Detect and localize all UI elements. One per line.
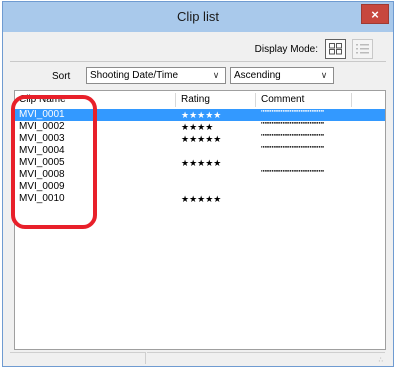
rating-stars: ★★★★★ xyxy=(181,110,222,120)
list-view-button[interactable] xyxy=(352,39,373,59)
clip-comment: """""""""""""""""""""""""""" xyxy=(261,169,324,178)
title-bar[interactable]: Clip list × xyxy=(3,2,393,32)
close-icon: × xyxy=(371,7,379,22)
rating-stars: ★★★★★ xyxy=(181,194,222,204)
chevron-down-icon: ∨ xyxy=(320,70,328,80)
sort-order-value: Ascending xyxy=(234,70,281,81)
column-header-comment[interactable]: Comment xyxy=(261,94,304,105)
column-divider[interactable] xyxy=(255,93,256,107)
sort-field-select[interactable]: Shooting Date/Time ∨ xyxy=(86,67,226,84)
rating-stars: ★★★★★ xyxy=(181,158,222,168)
sort-field-value: Shooting Date/Time xyxy=(90,70,179,81)
clip-comment: """""""""""""""""""""""""""" xyxy=(261,109,324,118)
status-bar: ∴ xyxy=(10,352,386,364)
rating-stars: ★★★★ xyxy=(181,122,214,132)
clip-comment: """""""""""""""""""""""""""" xyxy=(261,145,324,154)
status-segment xyxy=(10,352,146,364)
close-button[interactable]: × xyxy=(361,4,389,24)
toolbar-divider xyxy=(10,61,386,62)
sort-label: Sort xyxy=(52,71,71,82)
chevron-down-icon: ∨ xyxy=(212,70,220,80)
grid-view-button[interactable] xyxy=(325,39,346,59)
grid-view-icon xyxy=(329,43,342,55)
column-divider[interactable] xyxy=(175,93,176,107)
status-segment: ∴ xyxy=(147,352,385,364)
resize-grip-icon[interactable]: ∴ xyxy=(379,356,383,364)
clip-comment: """""""""""""""""""""""""""" xyxy=(261,121,324,130)
window-title: Clip list xyxy=(177,9,219,24)
display-mode-label: Display Mode: xyxy=(254,44,318,55)
clip-comment: """""""""""""""""""""""""""" xyxy=(261,133,324,142)
rating-stars: ★★★★★ xyxy=(181,134,222,144)
list-view-icon xyxy=(356,44,369,54)
column-divider[interactable] xyxy=(351,93,352,107)
sort-order-select[interactable]: Ascending ∨ xyxy=(230,67,334,84)
column-header-rating[interactable]: Rating xyxy=(181,94,210,105)
annotation-highlight xyxy=(11,95,97,229)
